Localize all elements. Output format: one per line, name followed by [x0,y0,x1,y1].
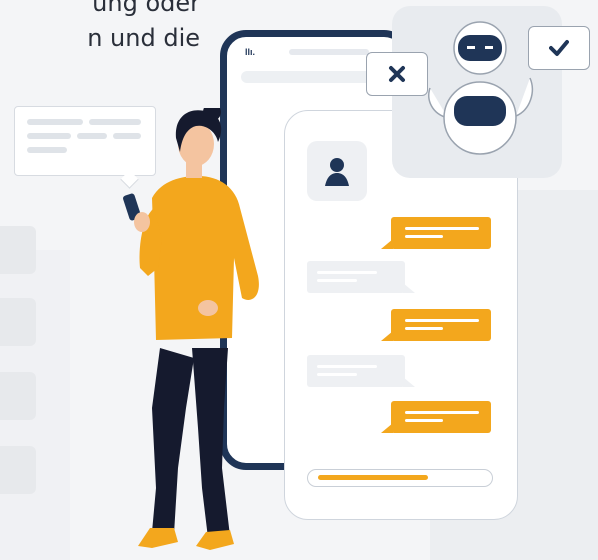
text-placeholder [405,227,479,230]
robot-icon [428,21,534,155]
side-button[interactable] [0,226,36,274]
text-placeholder [317,373,357,376]
close-icon [389,66,405,82]
signal-status: llı. [245,47,256,57]
bubble-tail [381,239,393,249]
chat-message-sent [381,401,491,433]
text-placeholder [77,133,107,139]
text-placeholder [317,365,377,368]
intro-text: ung oder n und die [0,0,200,56]
chat-message-received [307,261,415,293]
send-progress [318,475,428,480]
bubble-tail [381,331,393,341]
chat-message-received [307,355,415,387]
side-button[interactable] [0,446,36,494]
side-button[interactable] [0,298,36,346]
bubble-tail [403,377,415,387]
chat-message-sent [381,217,491,249]
text-placeholder [27,119,83,125]
text-placeholder [405,411,479,414]
side-button[interactable] [0,372,36,420]
chat-message-sent [381,309,491,341]
header-placeholder [289,49,369,55]
bubble-tail [403,283,415,293]
intro-line: n und die [87,24,200,52]
reject-button[interactable] [366,52,428,96]
text-placeholder [27,147,67,153]
text-placeholder [27,133,71,139]
text-placeholder [317,271,377,274]
text-placeholder [405,235,443,238]
text-placeholder [317,279,357,282]
message-input[interactable] [307,469,493,487]
intro-line: ung oder [92,0,200,17]
text-placeholder [405,419,443,422]
user-silhouette-icon [325,158,349,186]
text-placeholder [405,327,443,330]
approve-button[interactable] [528,26,590,70]
contact-avatar [307,141,367,201]
bubble-tail [381,423,393,433]
checkmark-icon [549,40,569,56]
person-illustration [123,108,259,550]
text-placeholder [405,319,479,322]
